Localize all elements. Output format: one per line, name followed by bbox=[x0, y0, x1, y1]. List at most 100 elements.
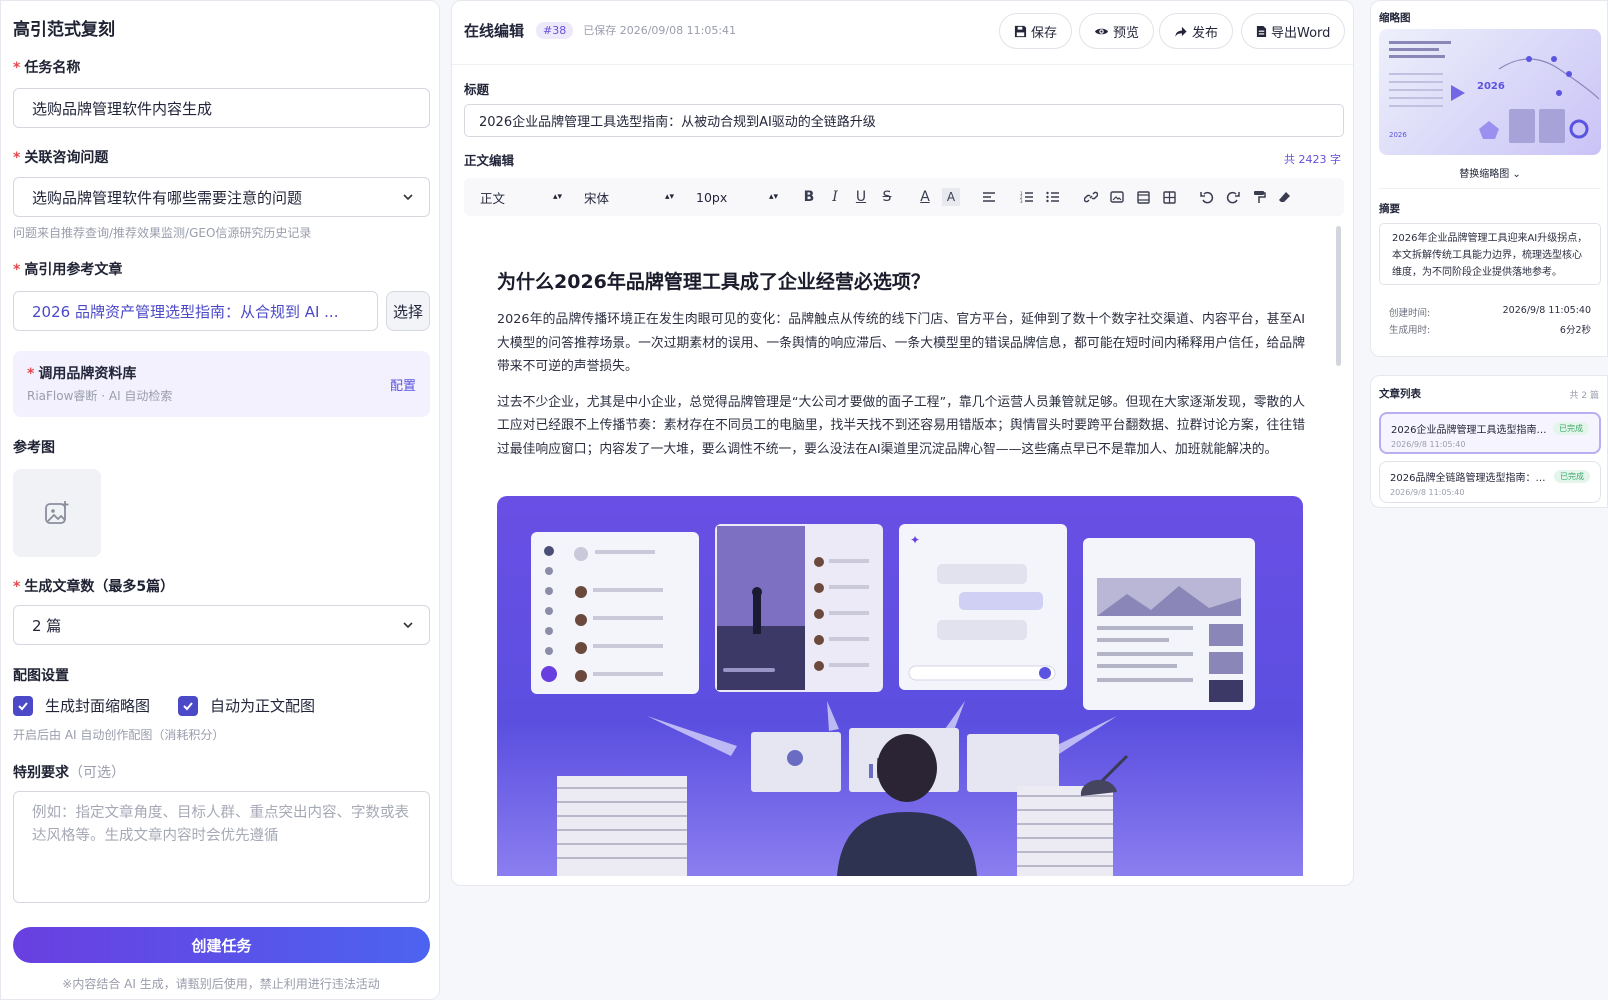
thumbnail-art: 2026 2026 bbox=[1389, 41, 1600, 143]
count-select[interactable]: 2 篇 bbox=[13, 605, 430, 645]
ordered-list-icon[interactable]: 123 bbox=[1018, 188, 1036, 206]
kb-title: 调用品牌资料库 bbox=[38, 366, 137, 382]
editor-content[interactable]: 为什么2026年品牌管理工具成了企业经营必选项？ 2026年的品牌传播环境正在发… bbox=[497, 267, 1305, 473]
italic-icon[interactable]: I bbox=[826, 188, 844, 206]
list-item[interactable]: 2026品牌全链路管理选型指南：从... 2026/9/8 11:05:40 已… bbox=[1379, 461, 1601, 503]
image-settings-label: 配图设置 bbox=[13, 668, 69, 684]
kb-config-link[interactable]: 配置 bbox=[390, 375, 416, 394]
ref-image-label: 参考图 bbox=[13, 440, 55, 456]
thumbnail-year: 2026 bbox=[1477, 81, 1505, 92]
rich-text-toolbar: 正文 ▴▾ 宋体 ▴▾ 10px ▴▾ B I U S A A 123 bbox=[464, 178, 1344, 216]
status-badge: 已完成 bbox=[1553, 422, 1589, 435]
question-label: * 关联咨询问题 bbox=[13, 150, 109, 166]
title-label: 标题 bbox=[464, 82, 490, 97]
eye-icon bbox=[1095, 28, 1108, 34]
chevron-down-icon bbox=[403, 194, 413, 201]
article-paragraph: 过去不少企业，尤其是中小企业，总觉得品牌管理是“大公司才要做的面子工程”，靠几个… bbox=[497, 394, 1305, 457]
file-icon bbox=[1256, 25, 1267, 37]
image-add-icon bbox=[45, 501, 69, 524]
panel-title: 高引范式复刻 bbox=[13, 20, 115, 40]
question-select[interactable]: 选购品牌管理软件有哪些需要注意的问题 bbox=[13, 177, 430, 217]
created-row: 创建时间: 2026/9/8 11:05:40 bbox=[1389, 305, 1591, 319]
summary-textarea[interactable]: 2026年企业品牌管理工具迎来AI升级拐点，本文拆解传统工具能力边界，梳理选型核… bbox=[1379, 223, 1601, 285]
ref-article-label: * 高引用参考文章 bbox=[13, 262, 123, 278]
font-color-icon[interactable]: A bbox=[916, 188, 934, 206]
eraser-icon[interactable] bbox=[1276, 188, 1294, 206]
font-select[interactable]: 宋体 ▴▾ bbox=[584, 188, 674, 207]
special-textarea[interactable]: 例如：指定文章角度、目标人群、重点突出内容、字数或表达风格等。生成文章内容时会优… bbox=[13, 791, 430, 903]
publish-button[interactable]: 发布 bbox=[1159, 13, 1234, 49]
table-icon[interactable] bbox=[1160, 188, 1178, 206]
ref-image-upload[interactable] bbox=[13, 469, 101, 557]
size-select[interactable]: 10px ▴▾ bbox=[696, 190, 778, 205]
illustration-art: ✦ bbox=[531, 524, 1255, 876]
summary-label: 摘要 bbox=[1379, 203, 1400, 215]
title-input[interactable]: 2026企业品牌管理工具选型指南：从被动合规到AI驱动的全链路升级 bbox=[464, 104, 1344, 137]
cover-checkbox[interactable] bbox=[13, 695, 33, 716]
count-label: * 生成文章数（最多5篇） bbox=[13, 579, 175, 595]
underline-icon[interactable]: U bbox=[852, 188, 870, 206]
duration-row: 生成用时: 6分2秒 bbox=[1389, 325, 1591, 336]
check-icon bbox=[18, 701, 28, 710]
strikethrough-icon[interactable]: S bbox=[878, 188, 896, 206]
bullet-list-icon[interactable] bbox=[1044, 188, 1062, 206]
article-paragraph: 2026年的品牌传播环境正在发生肉眼可见的变化：品牌触点从传统的线下门店、官方平… bbox=[497, 312, 1305, 374]
updown-icon: ▴▾ bbox=[768, 192, 778, 202]
article-meta-panel: 缩略图 2026 2026 替换缩略图 ⌄ 摘要 2026年企业品牌管理工具迎来… bbox=[1370, 0, 1608, 357]
task-form-panel: 高引范式复刻 * 任务名称 选购品牌管理软件内容生成 * 关联咨询问题 选购品牌管理… bbox=[0, 0, 440, 1000]
thumbnail-label: 缩略图 bbox=[1379, 12, 1411, 24]
article-list-label: 文章列表 bbox=[1379, 388, 1421, 400]
image-icon[interactable] bbox=[1108, 188, 1126, 206]
article-illustration: ✦ bbox=[497, 496, 1303, 876]
svg-text:3: 3 bbox=[1020, 199, 1023, 203]
article-heading: 为什么2026年品牌管理工具成了企业经营必选项？ bbox=[497, 271, 930, 293]
create-task-button[interactable]: 创建任务 bbox=[13, 927, 430, 963]
ref-article-input[interactable]: 2026 品牌资产管理选型指南：从合规到 AI ... bbox=[13, 291, 378, 331]
question-hint: 问题来自推荐查询/推荐效果监测/GEO信源研究历史记录 bbox=[13, 226, 312, 240]
link-icon[interactable] bbox=[1082, 188, 1100, 206]
save-icon bbox=[1014, 25, 1027, 37]
export-word-button[interactable]: 导出Word bbox=[1241, 13, 1346, 49]
video-icon[interactable] bbox=[1134, 188, 1152, 206]
word-count: 共 2423 字 bbox=[1284, 153, 1341, 166]
doc-id-badge: #38 bbox=[536, 21, 574, 39]
image-hint: 开启后由 AI 自动创作配图（消耗积分） bbox=[13, 728, 225, 742]
status-badge: 已完成 bbox=[1554, 470, 1590, 483]
preview-button[interactable]: 预览 bbox=[1079, 13, 1155, 49]
updown-icon: ▴▾ bbox=[552, 192, 562, 202]
brand-kb-card: * 调用品牌资料库 RiaFlow睿断 · AI 自动检索 配置 bbox=[13, 351, 430, 417]
list-item[interactable]: 2026企业品牌管理工具选型指南：... 2026/9/8 11:05:40 已… bbox=[1379, 412, 1601, 454]
auto-image-checkbox[interactable] bbox=[178, 695, 199, 716]
article-list-panel: 文章列表 共 2 篇 2026企业品牌管理工具选型指南：... 2026/9/8… bbox=[1370, 375, 1608, 508]
bold-icon[interactable]: B bbox=[800, 188, 818, 206]
svg-text:✦: ✦ bbox=[910, 533, 920, 547]
kb-subtitle: RiaFlow睿断 · AI 自动检索 bbox=[27, 389, 173, 403]
replace-thumbnail-button[interactable]: 替换缩略图 ⌄ bbox=[1379, 161, 1601, 189]
saved-status: 已保存 2026/09/08 11:05:41 bbox=[583, 24, 737, 37]
editor-panel: 在线编辑 #38 已保存 2026/09/08 11:05:41 保存 预览 发… bbox=[451, 0, 1354, 886]
style-select[interactable]: 正文 ▴▾ bbox=[480, 188, 562, 207]
align-icon[interactable] bbox=[980, 188, 998, 206]
select-article-button[interactable]: 选择 bbox=[386, 291, 430, 331]
disclaimer: ※内容结合 AI 生成，请甄别后使用，禁止利用进行违法活动 bbox=[62, 977, 380, 991]
auto-image-label: 自动为正文配图 bbox=[210, 697, 316, 715]
editor-header: 在线编辑 #38 已保存 2026/09/08 11:05:41 bbox=[464, 1, 736, 59]
header-divider bbox=[452, 64, 1353, 65]
highlight-icon[interactable]: A bbox=[942, 188, 960, 206]
updown-icon: ▴▾ bbox=[664, 192, 674, 202]
check-icon bbox=[183, 701, 193, 710]
task-name-label: * 任务名称 bbox=[13, 60, 81, 76]
task-name-input[interactable]: 选购品牌管理软件内容生成 bbox=[13, 88, 430, 128]
undo-icon[interactable] bbox=[1198, 188, 1216, 206]
special-label: 特别要求（可选） bbox=[13, 765, 125, 781]
redo-icon[interactable] bbox=[1224, 188, 1242, 206]
format-painter-icon[interactable] bbox=[1250, 188, 1268, 206]
editor-title: 在线编辑 bbox=[464, 21, 525, 40]
save-button[interactable]: 保存 bbox=[999, 13, 1073, 49]
thumbnail-image[interactable]: 2026 2026 bbox=[1379, 29, 1601, 155]
image-options: 生成封面缩略图 自动为正文配图 bbox=[13, 695, 315, 716]
chevron-down-icon bbox=[403, 622, 413, 629]
editor-scrollbar[interactable] bbox=[1336, 226, 1341, 366]
body-label: 正文编辑 bbox=[464, 153, 515, 168]
cover-label: 生成封面缩略图 bbox=[45, 697, 151, 715]
